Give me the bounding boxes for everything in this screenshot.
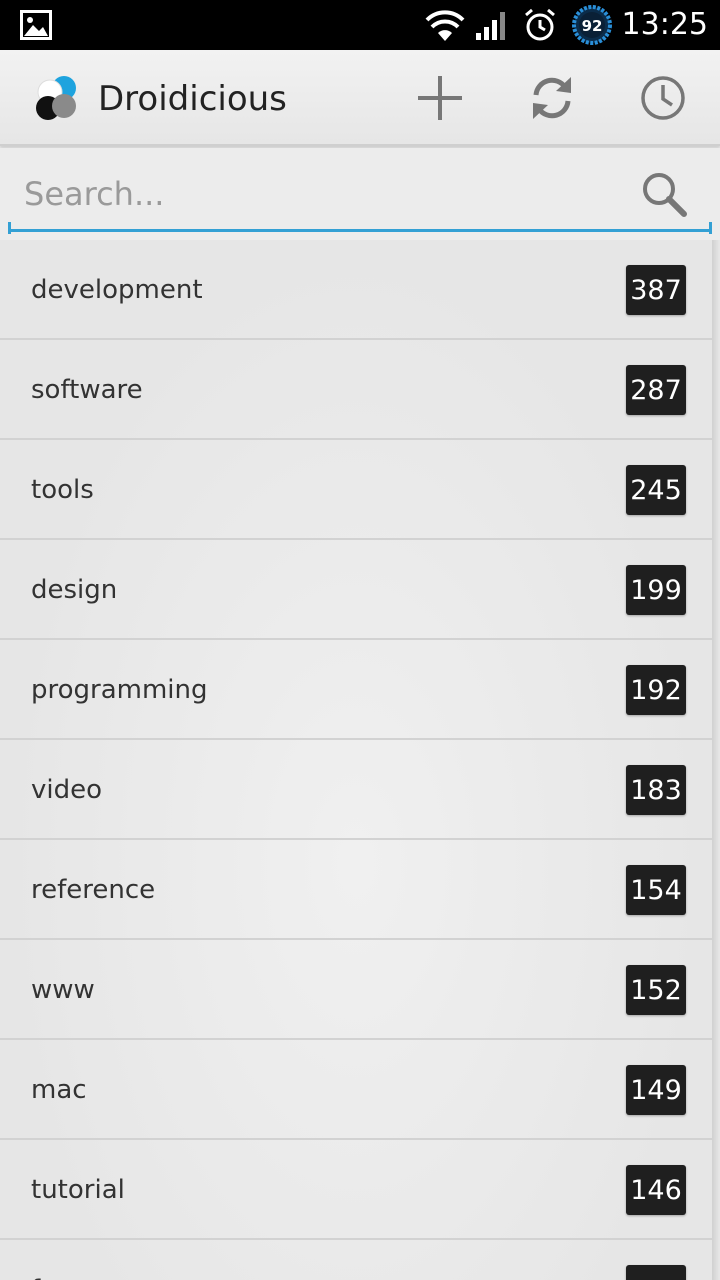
battery-icon: 92 (571, 0, 613, 50)
clock-icon (641, 76, 685, 120)
refresh-icon (533, 77, 571, 119)
action-bar: Droidicious (0, 50, 720, 146)
tag-count-badge: 152 (626, 965, 686, 1015)
tag-count-badge: 387 (626, 265, 686, 315)
tag-count-badge: 192 (626, 665, 686, 715)
status-bar: 92 13:25 (0, 0, 720, 50)
tag-name: tutorial (31, 1175, 125, 1205)
tag-count-badge: 154 (626, 865, 686, 915)
tag-row[interactable]: software 287 (0, 340, 712, 440)
app-title: Droidicious (98, 79, 287, 119)
tag-name: www (31, 975, 95, 1005)
tag-count-badge: 245 (626, 465, 686, 515)
tag-count-badge (626, 1265, 686, 1280)
tag-row[interactable]: development 387 (0, 240, 712, 340)
search-icon[interactable] (638, 168, 690, 220)
tag-name: mac (31, 1075, 87, 1105)
battery-level-text: 92 (582, 17, 603, 35)
tag-name: tools (31, 475, 94, 505)
tag-name: programming (31, 675, 208, 705)
search-bar (0, 148, 720, 240)
tag-name: video (31, 775, 103, 805)
tag-name: development (31, 275, 203, 305)
tag-row[interactable]: programming 192 (0, 640, 712, 740)
tag-row[interactable]: f (0, 1240, 712, 1280)
tag-count-badge: 287 (626, 365, 686, 415)
tag-row[interactable]: mac 149 (0, 1040, 712, 1140)
tag-list: development 387 software 287 tools 245 design 1… (0, 240, 712, 1280)
tag-row[interactable]: tutorial 146 (0, 1140, 712, 1240)
tag-count-badge: 183 (626, 765, 686, 815)
history-button[interactable] (633, 68, 693, 128)
tag-name: software (31, 375, 143, 405)
search-underline-right (709, 222, 712, 234)
tag-count-badge: 149 (626, 1065, 686, 1115)
status-time: 13:25 (621, 7, 708, 42)
tag-name: f (31, 1240, 40, 1280)
tag-count-badge: 146 (626, 1165, 686, 1215)
refresh-button[interactable] (522, 68, 582, 128)
add-icon (418, 76, 462, 120)
add-button[interactable] (410, 68, 470, 128)
tag-row[interactable]: design 199 (0, 540, 712, 640)
search-input[interactable] (8, 158, 712, 232)
picture-notification-icon (20, 0, 52, 50)
search-underline-left (8, 222, 11, 234)
tag-name: reference (31, 875, 156, 905)
tag-row[interactable]: video 183 (0, 740, 712, 840)
tag-row[interactable]: tools 245 (0, 440, 712, 540)
tag-row[interactable]: www 152 (0, 940, 712, 1040)
tag-row[interactable]: reference 154 (0, 840, 712, 940)
app-logo-icon[interactable] (34, 74, 82, 122)
tag-count-badge: 199 (626, 565, 686, 615)
signal-icon (474, 0, 510, 50)
wifi-icon (424, 0, 466, 50)
alarm-icon (522, 0, 558, 50)
tag-name: design (31, 575, 118, 605)
list-edge-shadow (712, 240, 720, 1280)
